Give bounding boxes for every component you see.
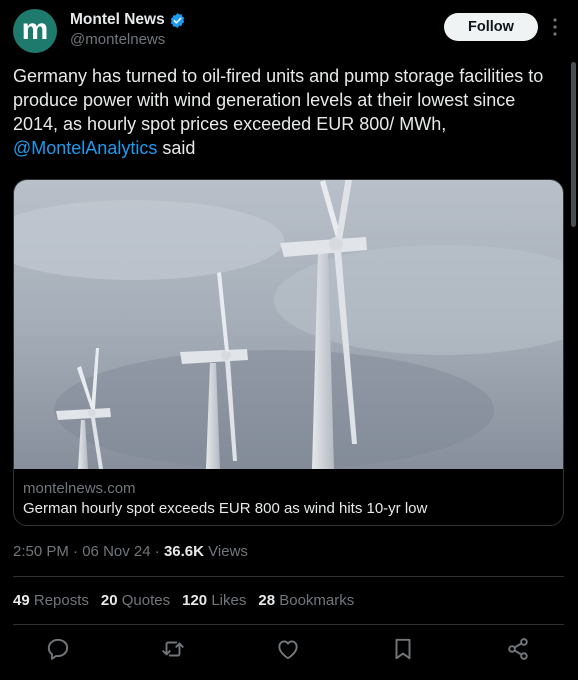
avatar[interactable]: m	[13, 9, 57, 53]
tweet-time[interactable]: 2:50 PM	[13, 543, 69, 560]
author-name-row: Montel News	[70, 11, 186, 29]
divider	[13, 576, 564, 577]
likes-stat[interactable]: 120 Likes	[182, 592, 246, 609]
meta-separator: ·	[73, 543, 83, 560]
author-handle[interactable]: @montelnews	[70, 31, 165, 48]
quotes-count: 20	[100, 592, 118, 609]
like-icon[interactable]	[275, 636, 301, 662]
share-icon[interactable]	[505, 636, 531, 662]
tweet-meta: 2:50 PM · 06 Nov 24 · 36.6K Views	[13, 543, 248, 560]
tweet-date[interactable]: 06 Nov 24	[82, 543, 150, 560]
reply-icon[interactable]	[45, 636, 71, 662]
quotes-stat[interactable]: 20 Quotes	[101, 592, 170, 609]
bookmarks-stat[interactable]: 28 Bookmarks	[258, 592, 354, 609]
card-title: German hourly spot exceeds EUR 800 as wi…	[23, 500, 428, 517]
avatar-letter: m	[21, 13, 49, 46]
likes-label: Likes	[211, 592, 247, 609]
author-name[interactable]: Montel News	[70, 11, 165, 29]
quotes-label: Quotes	[121, 592, 171, 609]
reposts-stat[interactable]: 49 Reposts	[13, 592, 89, 609]
card-domain: montelnews.com	[23, 480, 136, 497]
bookmark-icon[interactable]	[390, 636, 416, 662]
bookmarks-count: 28	[258, 592, 276, 609]
reposts-label: Reposts	[33, 592, 89, 609]
reposts-count: 49	[13, 592, 30, 609]
divider	[13, 624, 564, 625]
engagement-stats: 49 Reposts 20 Quotes 120 Likes 28 Bookma…	[13, 592, 366, 609]
action-bar	[0, 636, 578, 666]
verified-badge-icon	[170, 12, 184, 28]
follow-button[interactable]: Follow	[444, 13, 538, 41]
likes-count: 120	[182, 592, 208, 609]
more-options-icon[interactable]	[552, 16, 558, 38]
repost-icon[interactable]	[160, 636, 186, 662]
bookmarks-label: Bookmarks	[279, 592, 355, 609]
link-card[interactable]: montelnews.com German hourly spot exceed…	[13, 179, 564, 526]
scrollbar[interactable]	[571, 62, 576, 227]
tweet-header: m Montel News @montelnews Follow	[0, 0, 578, 60]
views-label: Views	[208, 543, 248, 560]
views-count: 36.6K	[163, 543, 204, 560]
tweet-text-tail: said	[157, 138, 196, 158]
meta-separator: ·	[154, 543, 164, 560]
tweet-text: Germany has turned to oil-fired units an…	[13, 64, 558, 160]
wind-turbines-image	[14, 180, 563, 469]
mention-link[interactable]: @MontelAnalytics	[13, 138, 157, 158]
tweet-text-body: Germany has turned to oil-fired units an…	[13, 66, 544, 134]
